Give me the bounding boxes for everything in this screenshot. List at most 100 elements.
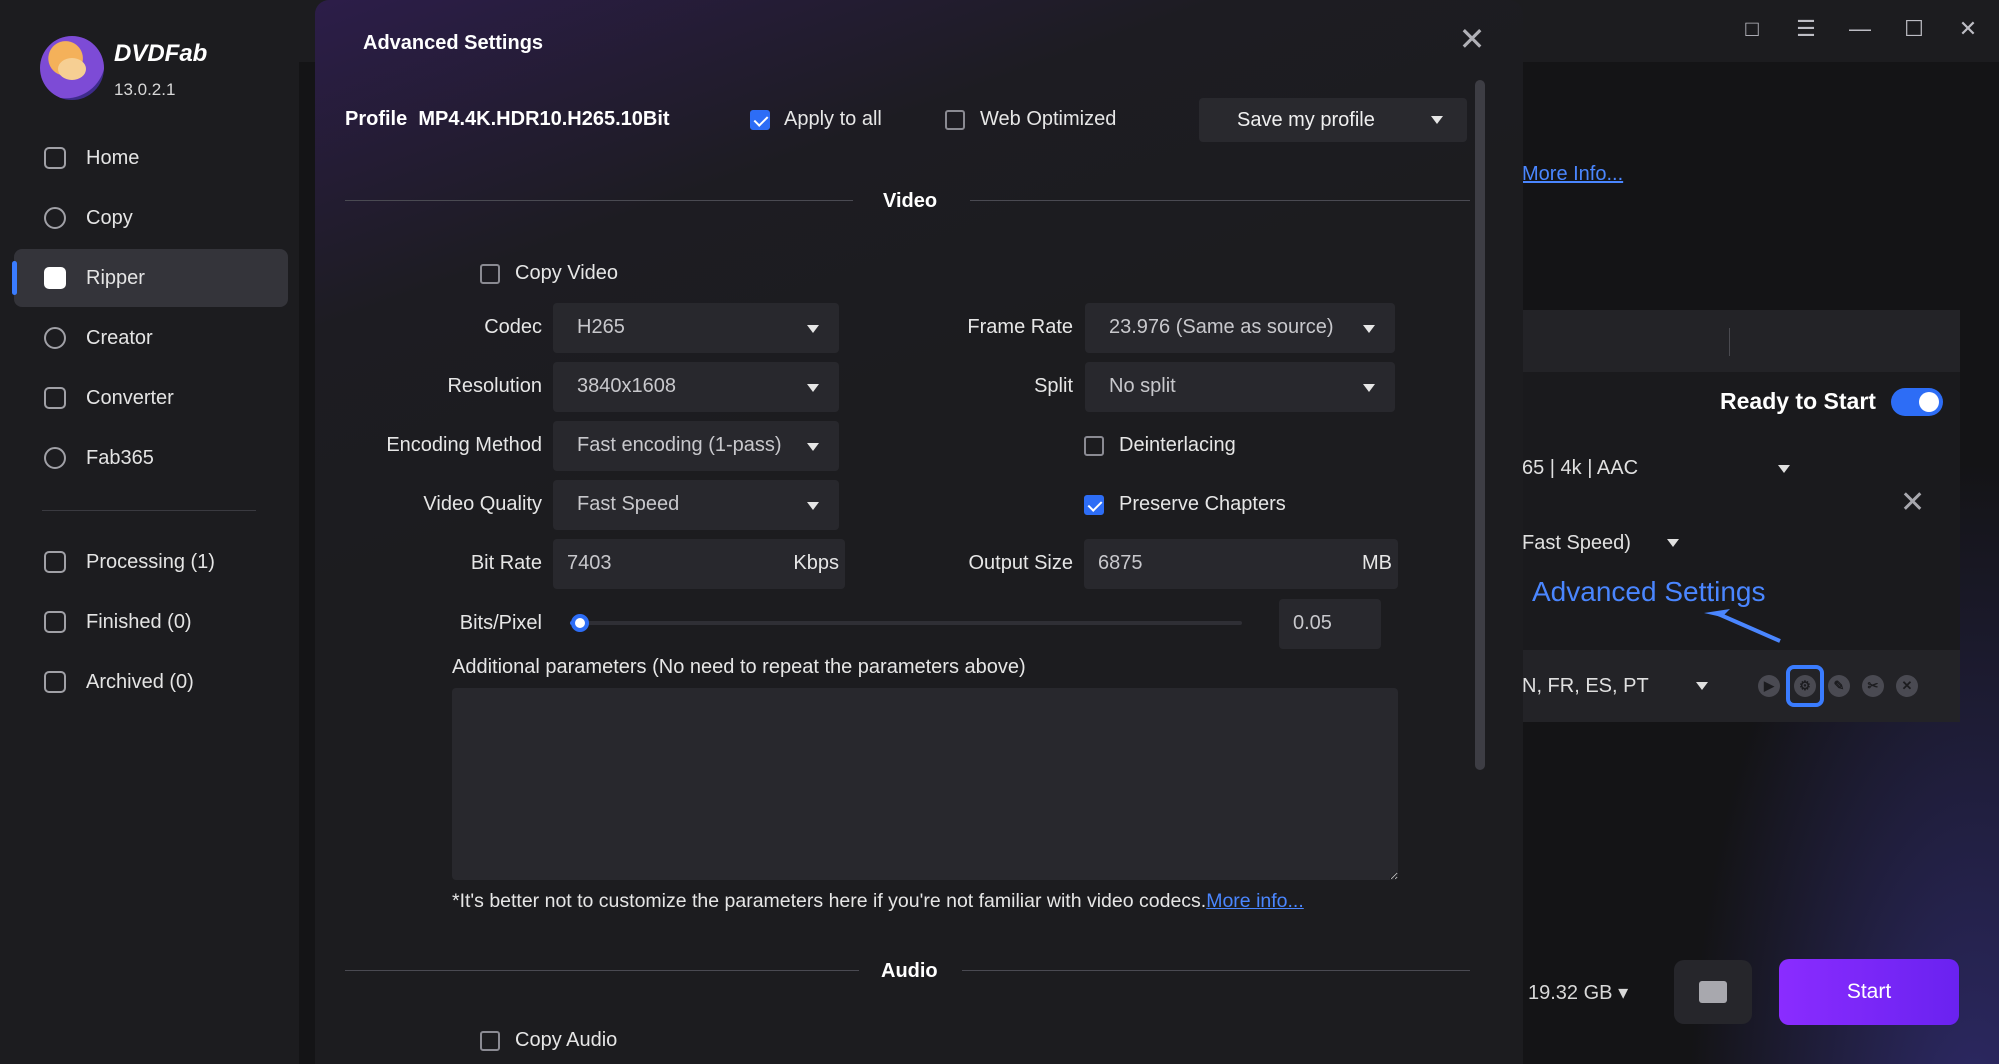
bit-rate-unit: Kbps [793, 552, 839, 574]
sidebar-item-label: Converter [86, 386, 174, 409]
advanced-settings-callout: Advanced Settings [1532, 576, 1766, 607]
apply-to-all-label: Apply to all [784, 108, 882, 130]
sidebar-item-copy[interactable]: Copy [14, 189, 288, 247]
web-optimized-checkbox[interactable] [945, 110, 965, 130]
folder-icon [1699, 981, 1727, 1003]
resolution-select[interactable]: 3840x1608 [553, 362, 839, 412]
web-optimized-label: Web Optimized [980, 108, 1117, 130]
sidebar-item-label: Home [86, 146, 140, 169]
creator-icon [44, 327, 66, 349]
subtitle-summary[interactable]: N, FR, ES, PT [1522, 675, 1649, 698]
folder-button[interactable] [1674, 960, 1752, 1024]
more-info-link[interactable]: More Info... [1522, 163, 1623, 186]
output-size-label: Output Size [968, 552, 1073, 574]
chevron-down-icon[interactable] [1667, 539, 1679, 547]
copy-video-checkbox[interactable] [480, 264, 500, 284]
bit-rate-input[interactable]: 7403 Kbps [553, 539, 845, 589]
copy-icon [44, 207, 66, 229]
video-quality-select[interactable]: Fast Speed [553, 480, 839, 530]
output-size-value: 19.32 GB [1528, 982, 1613, 1004]
close-icon[interactable]: ✕ [1455, 22, 1489, 56]
quality-summary[interactable]: Fast Speed) [1522, 532, 1631, 555]
cut-icon[interactable]: ✂ [1862, 675, 1884, 697]
window-close-icon[interactable]: ✕ [1955, 16, 1981, 42]
section-divider [345, 200, 853, 201]
apply-to-all-checkbox[interactable] [750, 110, 770, 130]
sidebar-item-label: Finished (0) [86, 610, 192, 633]
sidebar-item-label: Creator [86, 326, 153, 349]
sidebar-divider [42, 510, 256, 511]
ready-to-start-toggle[interactable] [1891, 388, 1943, 416]
chevron-down-icon [1363, 325, 1375, 333]
sidebar-item-home[interactable]: Home [14, 129, 288, 187]
deinterlacing-label: Deinterlacing [1119, 434, 1236, 456]
sidebar-item-creator[interactable]: Creator [14, 309, 288, 367]
archived-icon [44, 671, 66, 693]
more-info-link[interactable]: More info... [1206, 890, 1304, 912]
output-size-input[interactable]: 6875 MB [1084, 539, 1398, 589]
finished-icon [44, 611, 66, 633]
chevron-down-icon [807, 384, 819, 392]
frame-rate-select[interactable]: 23.976 (Same as source) [1085, 303, 1395, 353]
maximize-icon[interactable]: ☐ [1901, 16, 1927, 42]
chevron-down-icon [807, 502, 819, 510]
encoding-method-select[interactable]: Fast encoding (1-pass) [553, 421, 839, 471]
section-divider [970, 200, 1470, 201]
chevron-down-icon[interactable] [1778, 465, 1790, 473]
dialog-title: Advanced Settings [363, 32, 544, 54]
output-size-selector[interactable]: 19.32 GB ▾ [1528, 980, 1628, 1005]
close-icon[interactable]: ✕ [1900, 485, 1925, 520]
save-profile-dropdown[interactable]: Save my profile [1199, 98, 1467, 142]
codec-warning-note: *It's better not to customize the parame… [452, 890, 1304, 913]
frame-rate-label: Frame Rate [967, 316, 1073, 338]
slider-handle[interactable] [571, 614, 589, 632]
profile-label: Profile MP4.4K.HDR10.H265.10Bit [345, 108, 670, 130]
settings-icon[interactable]: ⚙ [1794, 675, 1816, 697]
dvdfab-logo-icon [40, 36, 104, 100]
task-header [1522, 310, 1960, 372]
menu-icon[interactable]: ☰ [1793, 16, 1819, 42]
bits-pixel-slider[interactable] [570, 614, 1242, 632]
frame-rate-value: 23.976 (Same as source) [1109, 316, 1334, 338]
output-size-value: 6875 [1098, 552, 1143, 574]
remove-icon[interactable]: ✕ [1896, 675, 1918, 697]
sidebar-item-finished[interactable]: Finished (0) [14, 593, 288, 651]
codec-label: Codec [484, 316, 542, 338]
bit-rate-value: 7403 [567, 552, 612, 574]
codec-select[interactable]: H265 [553, 303, 839, 353]
encoding-method-value: Fast encoding (1-pass) [577, 434, 782, 456]
sidebar-item-fab365[interactable]: Fab365 [14, 429, 288, 487]
sidebar-item-ripper[interactable]: Ripper [12, 249, 288, 307]
edit-icon[interactable]: ✎ [1828, 675, 1850, 697]
sidebar-item-processing[interactable]: Processing (1) [14, 533, 288, 591]
scrollbar[interactable] [1475, 80, 1485, 770]
bits-pixel-input[interactable]: 0.05 [1279, 599, 1381, 649]
play-icon[interactable]: ▶ [1758, 675, 1780, 697]
encoding-method-label: Encoding Method [386, 434, 542, 456]
sidebar-item-label: Processing (1) [86, 550, 215, 573]
section-divider [345, 970, 859, 971]
shirt-icon[interactable]: □ [1739, 16, 1765, 42]
chevron-down-icon[interactable] [1696, 682, 1708, 690]
preserve-chapters-label: Preserve Chapters [1119, 493, 1286, 515]
chevron-down-icon [1363, 384, 1375, 392]
preserve-chapters-checkbox[interactable] [1084, 495, 1104, 515]
copy-audio-label: Copy Audio [515, 1029, 618, 1051]
codec-value: H265 [577, 316, 625, 338]
app-version: 13.0.2.1 [114, 80, 176, 99]
sidebar-item-converter[interactable]: Converter [14, 369, 288, 427]
minimize-icon[interactable]: — [1847, 16, 1873, 42]
sidebar-item-archived[interactable]: Archived (0) [14, 653, 288, 711]
audio-summary[interactable]: 65 | 4k | AAC [1522, 457, 1638, 480]
chevron-down-icon [807, 325, 819, 333]
converter-icon [44, 387, 66, 409]
deinterlacing-checkbox[interactable] [1084, 436, 1104, 456]
processing-icon [44, 551, 66, 573]
start-button[interactable]: Start [1779, 959, 1959, 1025]
split-select[interactable]: No split [1085, 362, 1395, 412]
split-value: No split [1109, 375, 1176, 397]
copy-audio-checkbox[interactable] [480, 1031, 500, 1051]
sidebar-item-label: Ripper [86, 266, 145, 289]
additional-params-textarea[interactable] [452, 688, 1398, 880]
additional-params-label: Additional parameters (No need to repeat… [452, 656, 1026, 678]
